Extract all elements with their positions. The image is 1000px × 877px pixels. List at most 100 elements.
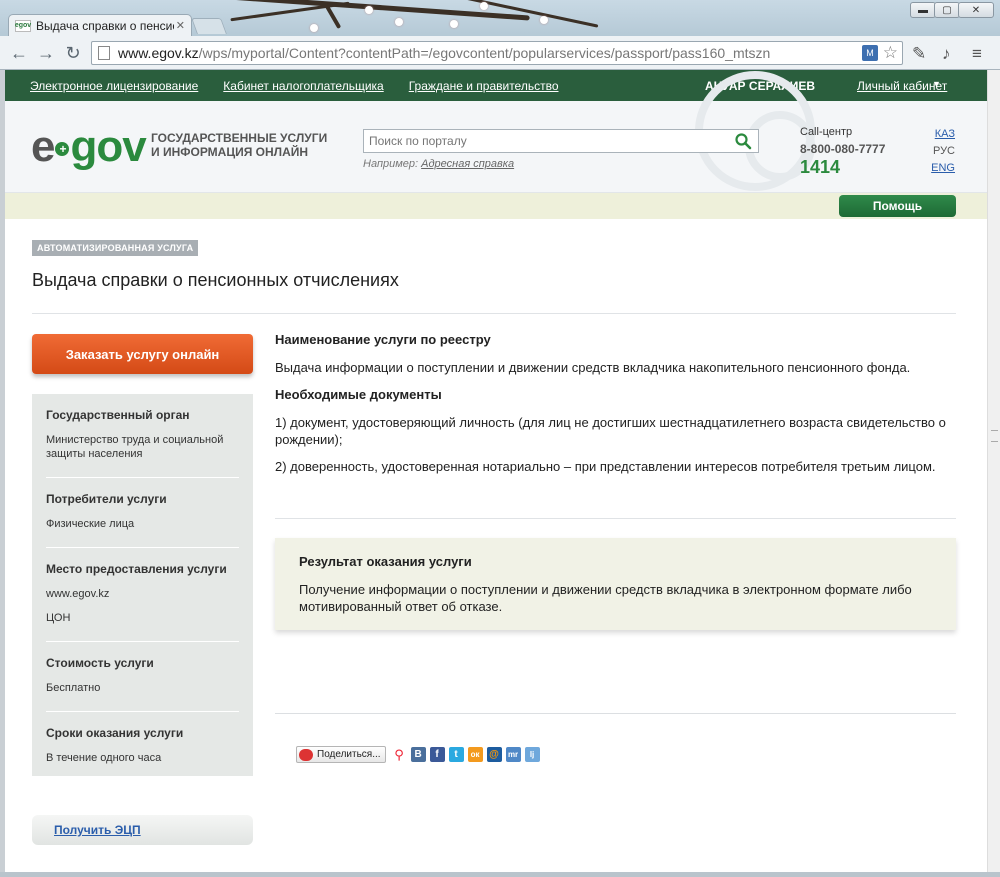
automated-service-badge: АВТОМАТИЗИРОВАННАЯ УСЛУГА [32, 240, 199, 256]
result-box: Результат оказания услуги Получение инфо… [275, 538, 956, 630]
example-label: Например: [363, 158, 419, 170]
sidebar-value: Бесплатно [46, 682, 101, 694]
page-title: Выдача справки о пенсионных отчислениях [32, 270, 399, 290]
service-info-sidebar: Государственный орган Министерство труда… [32, 394, 253, 776]
sidebar-value: Физические лица [46, 518, 135, 530]
registry-text: Выдача информации о поступлении и движен… [275, 360, 911, 375]
browser-chrome: egov Выдача справки о пенсионн ✕ ▬ ▢ ✕ ←… [0, 0, 1000, 70]
sidebar-heading: Сроки оказания услуги [46, 726, 184, 740]
theme-blossom [395, 18, 403, 26]
share-label: Поделиться... [317, 749, 381, 760]
egov-logo[interactable]: e + gov [31, 122, 147, 171]
theme-blossom [540, 16, 548, 24]
sidebar-block-place: Место предоставления услуги www.egov.kz … [46, 548, 239, 642]
sidebar-value: В течение одного часа [46, 752, 162, 764]
tagline-line1: ГОСУДАРСТВЕННЫЕ УСЛУГИ [151, 131, 328, 145]
livejournal-share-icon[interactable]: lj [524, 747, 540, 762]
search-box [363, 129, 759, 153]
sidebar-heading: Стоимость услуги [46, 656, 154, 670]
theme-blossom [480, 2, 488, 10]
sidebar-value: Министерство труда и социальной защиты н… [46, 434, 224, 460]
tagline-line2: И ИНФОРМАЦИЯ ОНЛАЙН [151, 145, 309, 159]
scrollbar-grip[interactable] [991, 430, 998, 442]
callcenter-phone: 8-800-080-7777 [800, 142, 886, 156]
url-host: www.egov.kz [118, 45, 199, 61]
search-example: Например: Адресная справка [363, 158, 514, 170]
sidebar-block-consumers: Потребители услуги Физические лица [46, 478, 239, 548]
browser-tab-active[interactable]: egov Выдача справки о пенсионн ✕ [8, 14, 192, 36]
url-text: www.egov.kz/wps/myportal/Content?content… [118, 45, 770, 61]
share-button[interactable]: Поделиться... [296, 746, 386, 763]
browser-toolbar: ← → ↻ www.egov.kz/wps/myportal/Content?c… [0, 36, 1000, 70]
address-bar[interactable]: www.egov.kz/wps/myportal/Content?content… [91, 41, 903, 65]
extension-icon[interactable]: M [862, 45, 878, 61]
tools-icon[interactable]: ✎ [912, 44, 926, 64]
nav-link-citizens[interactable]: Граждане и правительство [409, 79, 559, 93]
get-ecp-link[interactable]: Получить ЭЦП [54, 823, 141, 837]
chevron-down-icon[interactable]: ▼ [932, 79, 941, 89]
sidebar-block-agency: Государственный орган Министерство труда… [46, 394, 239, 478]
registry-title: Наименование услуги по реестру [275, 332, 491, 347]
sidebar-block-cost: Стоимость услуги Бесплатно [46, 642, 239, 712]
yandex-share-icon[interactable]: ⚲ [391, 747, 407, 762]
mailru-share-icon[interactable]: @ [486, 747, 502, 762]
music-icon[interactable]: ♪ [942, 44, 951, 64]
sidebar-heading: Государственный орган [46, 408, 190, 422]
window-maximize-button[interactable]: ▢ [934, 2, 960, 18]
forward-arrow-icon[interactable]: → [36, 43, 56, 63]
search-icon[interactable] [734, 132, 752, 150]
vertical-scrollbar[interactable] [987, 70, 1000, 872]
lang-rus: РУС [932, 145, 955, 157]
document-item: 2) доверенность, удостоверенная нотариал… [275, 459, 936, 474]
nav-link-licensing[interactable]: Электронное лицензирование [30, 79, 198, 93]
site-header: e + gov ГОСУДАРСТВЕННЫЕ УСЛУГИ И ИНФОРМАЦИ… [5, 71, 987, 193]
document-item: 1) документ, удостоверяющий личность (дл… [275, 415, 946, 447]
lang-eng[interactable]: ENG [925, 162, 955, 174]
sidebar-value: www.egov.kz [46, 588, 110, 600]
page-icon [98, 46, 110, 60]
tab-strip: egov Выдача справки о пенсионн ✕ ▬ ▢ ✕ [0, 0, 1000, 36]
help-button[interactable]: Помощь [839, 195, 956, 217]
back-arrow-icon[interactable]: ← [9, 43, 29, 63]
site-tagline: ГОСУДАРСТВЕННЫЕ УСЛУГИ И ИНФОРМАЦИЯ ОНЛА… [151, 131, 327, 159]
nav-link-taxpayer[interactable]: Кабинет налогоплательщика [223, 79, 383, 93]
example-link[interactable]: Адресная справка [421, 158, 514, 170]
top-navigation: Электронное лицензирование Кабинет налог… [5, 70, 987, 101]
twitter-share-icon[interactable]: t [448, 747, 464, 762]
order-service-button[interactable]: Заказать услугу онлайн [32, 334, 253, 374]
url-path: /wps/myportal/Content?contentPath=/egovc… [198, 45, 771, 61]
facebook-share-icon[interactable]: f [429, 747, 445, 762]
menu-icon[interactable]: ≡ [972, 44, 982, 64]
favicon-icon: egov [15, 19, 31, 32]
result-text: Получение информации о поступлении и дви… [299, 582, 912, 614]
odnoklassniki-share-icon[interactable]: ок [467, 747, 483, 762]
result-title: Результат оказания услуги [299, 554, 472, 569]
theme-blossom [365, 6, 373, 14]
tab-title: Выдача справки о пенсионн [36, 18, 174, 33]
new-tab-button[interactable] [191, 18, 227, 34]
logo-plus-icon: + [55, 142, 70, 157]
moimir-share-icon[interactable]: mr [505, 747, 521, 762]
callcenter-short-number: 1414 [800, 157, 841, 177]
sidebar-heading: Место предоставления услуги [46, 562, 227, 576]
tab-close-icon[interactable]: ✕ [176, 19, 185, 32]
language-switcher: КАЗ РУС ENG [925, 128, 955, 179]
logo-gov: gov [70, 122, 146, 171]
bookmark-star-icon[interactable]: ☆ [883, 43, 898, 63]
reload-icon[interactable]: ↻ [63, 43, 83, 63]
logo-e: e [31, 122, 56, 171]
divider [275, 713, 956, 714]
theme-blossom [450, 20, 458, 28]
divider [32, 313, 956, 314]
lang-kaz[interactable]: КАЗ [925, 128, 955, 140]
vkontakte-share-icon[interactable]: B [410, 747, 426, 762]
theme-blossom [310, 24, 318, 32]
documents-title: Необходимые документы [275, 387, 442, 402]
window-close-button[interactable]: ✕ [958, 2, 994, 18]
callcenter-label: Call-центр [800, 126, 853, 138]
window-minimize-button[interactable]: ▬ [910, 2, 936, 18]
window-bottom-border [0, 872, 1000, 877]
search-input[interactable] [364, 131, 724, 151]
get-ecp-button[interactable]: Получить ЭЦП [32, 815, 253, 845]
service-description: Наименование услуги по реестру Выдача ин… [275, 332, 956, 475]
